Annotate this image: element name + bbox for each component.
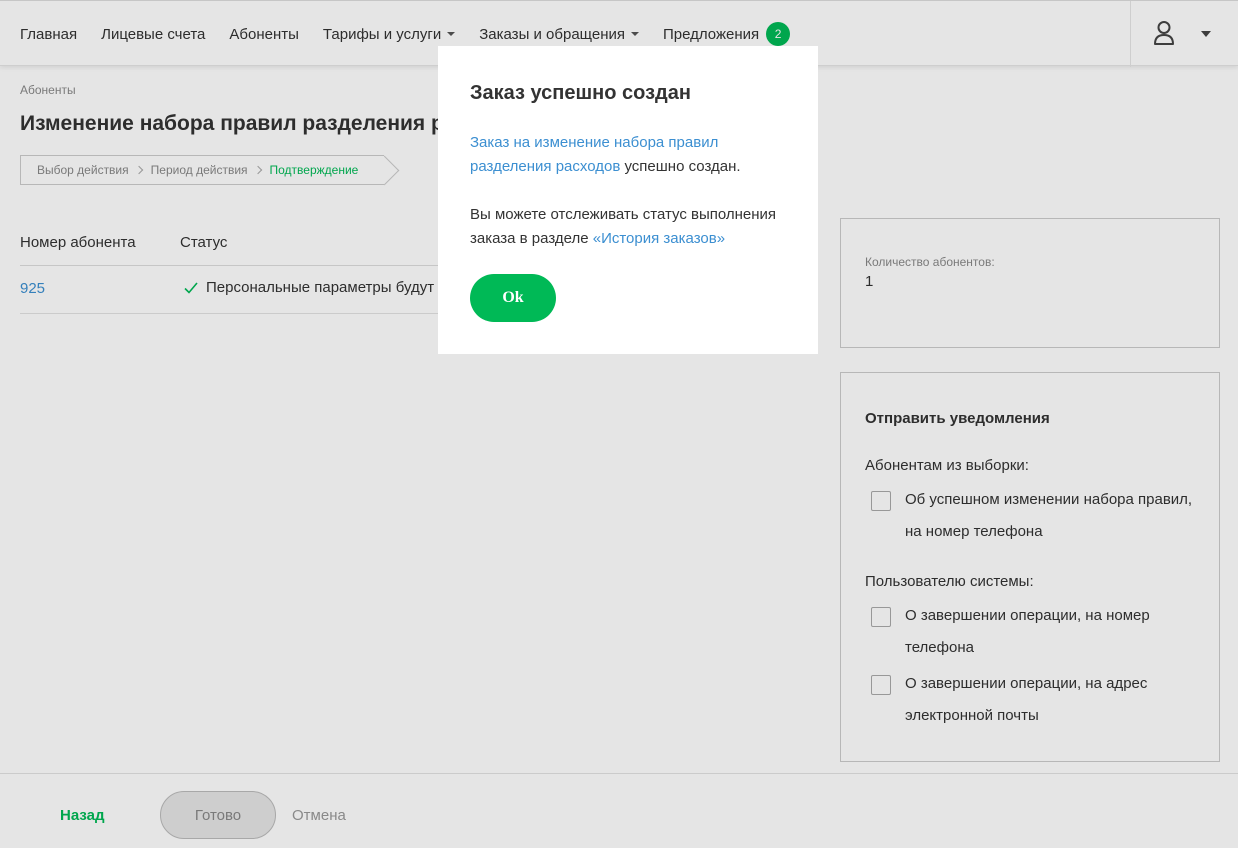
order-history-link[interactable]: «История заказов»: [593, 230, 725, 247]
message-text: успешно создан.: [620, 158, 741, 175]
dialog-message: Заказ на изменение набора правил разделе…: [470, 131, 790, 179]
dialog-hint: Вы можете отслеживать статус выполнения …: [470, 203, 800, 251]
order-success-dialog: Заказ успешно создан Заказ на изменение …: [438, 46, 818, 354]
dialog-title: Заказ успешно создан: [470, 82, 691, 104]
ok-button[interactable]: Ok: [470, 274, 556, 322]
